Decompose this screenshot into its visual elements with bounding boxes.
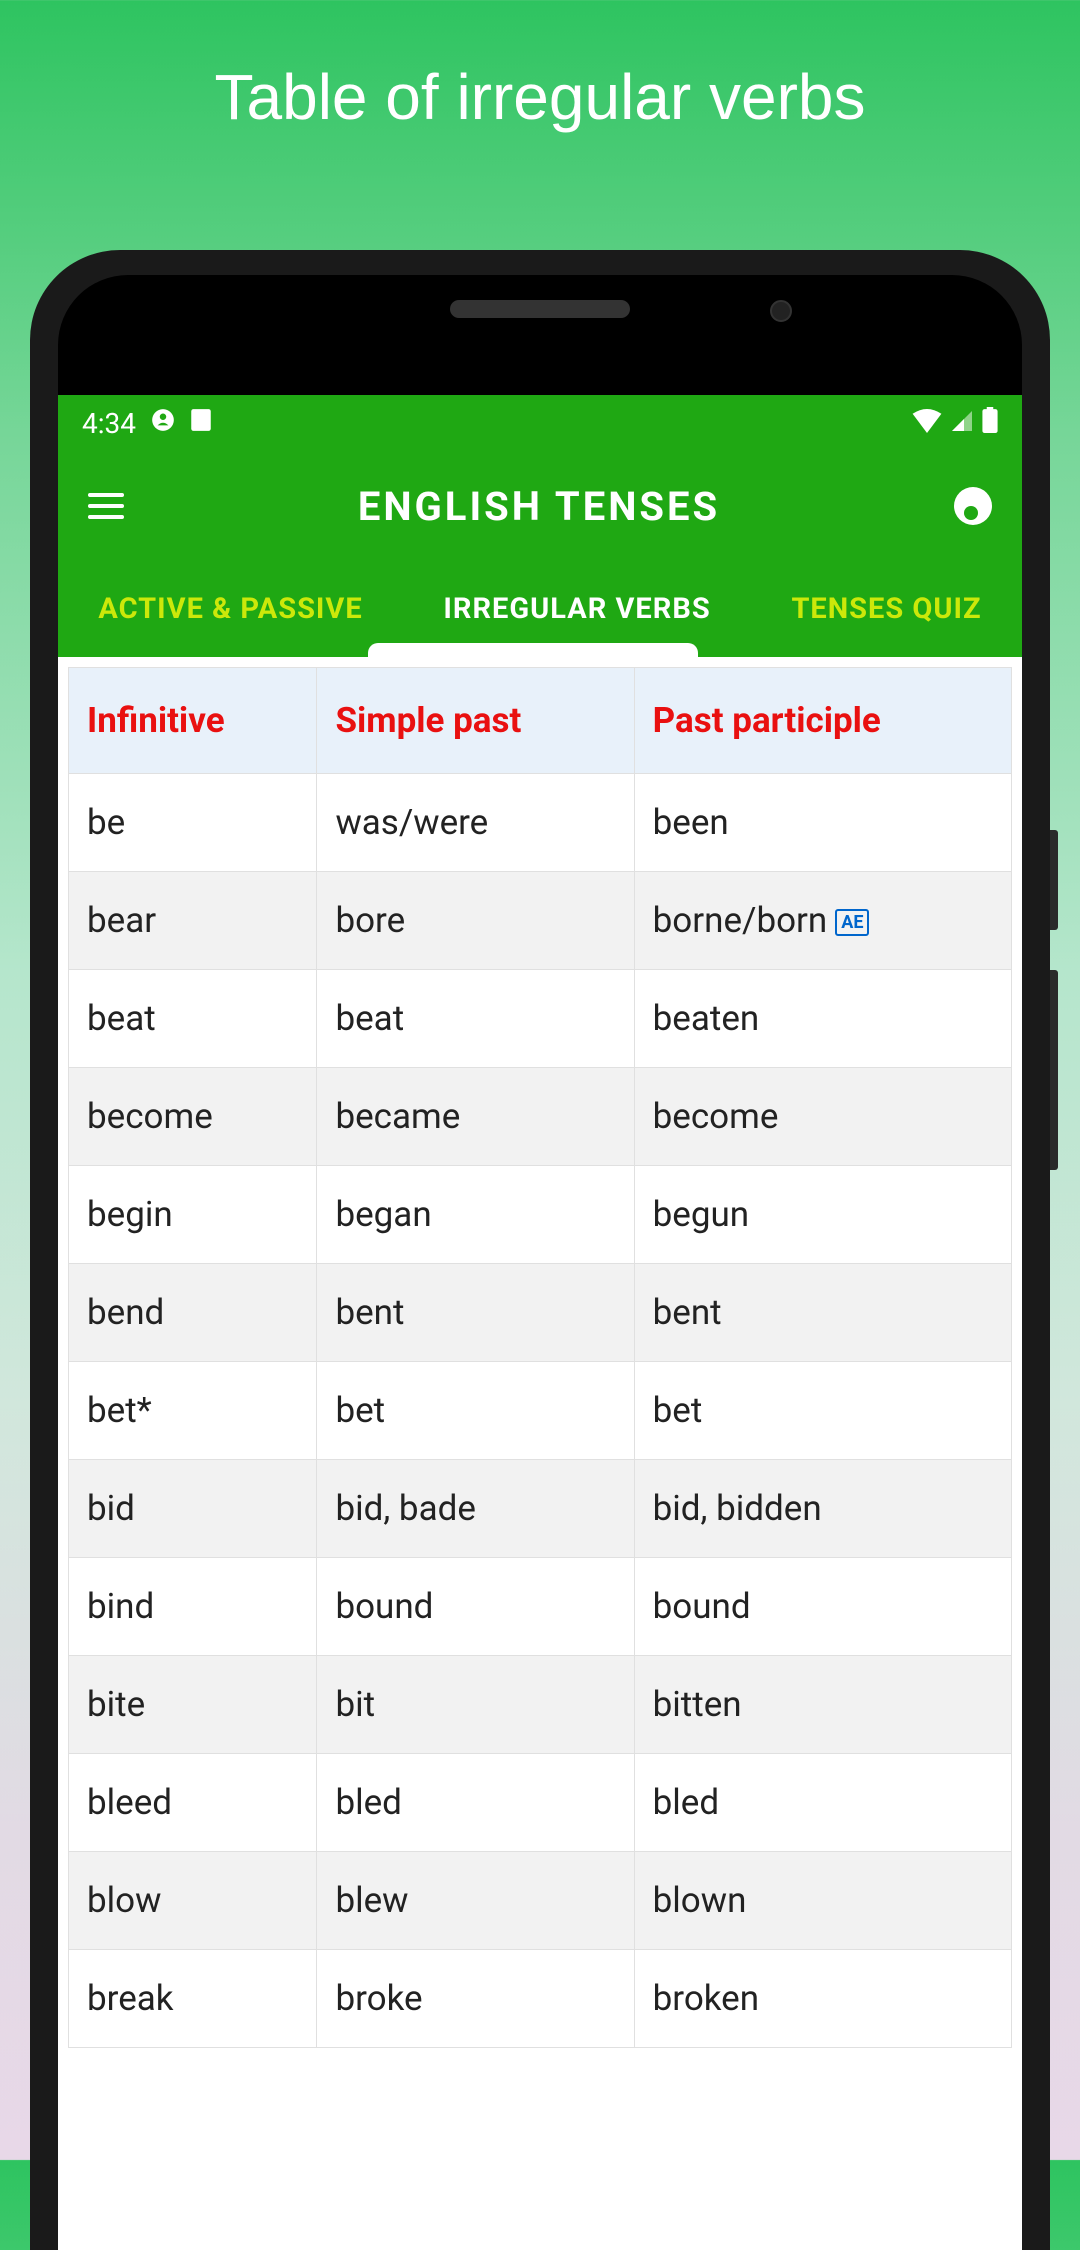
header-past-participle: Past participle	[634, 668, 1011, 774]
table-row: bleedbledbled	[69, 1754, 1012, 1852]
header-infinitive: Infinitive	[69, 668, 317, 774]
status-bar: 4:34	[58, 395, 1022, 451]
cell-past-participle: become	[634, 1068, 1011, 1166]
side-button	[1050, 830, 1058, 930]
camera	[770, 300, 792, 322]
cell-simple-past: bid, bade	[317, 1460, 634, 1558]
table-row: bindboundbound	[69, 1558, 1012, 1656]
cell-simple-past: blew	[317, 1852, 634, 1950]
status-time: 4:34	[82, 407, 136, 440]
cell-infinitive: blow	[69, 1852, 317, 1950]
table-row: beatbeatbeaten	[69, 970, 1012, 1068]
cell-simple-past: began	[317, 1166, 634, 1264]
phone-frame: 4:34	[30, 250, 1050, 2250]
screen: 4:34	[58, 395, 1022, 2250]
table-row: bewas/werebeen	[69, 774, 1012, 872]
verb-table: Infinitive Simple past Past participle b…	[68, 667, 1012, 2048]
cell-simple-past: beat	[317, 970, 634, 1068]
verb-table-container[interactable]: Infinitive Simple past Past participle b…	[58, 657, 1022, 2058]
battery-icon	[982, 407, 998, 440]
cell-infinitive: bid	[69, 1460, 317, 1558]
table-header-row: Infinitive Simple past Past participle	[69, 668, 1012, 774]
app-title: ENGLISH TENSES	[358, 483, 720, 530]
table-row: beginbeganbegun	[69, 1166, 1012, 1264]
cell-past-participle: bound	[634, 1558, 1011, 1656]
table-row: breakbrokebroken	[69, 1950, 1012, 2048]
cell-infinitive: bear	[69, 872, 317, 970]
cell-simple-past: bent	[317, 1264, 634, 1362]
table-row: bearboreborne/bornAE	[69, 872, 1012, 970]
cell-simple-past: became	[317, 1068, 634, 1166]
cell-past-participle: bitten	[634, 1656, 1011, 1754]
cell-simple-past: bit	[317, 1656, 634, 1754]
cell-infinitive: bet*	[69, 1362, 317, 1460]
speaker	[450, 300, 630, 318]
cell-simple-past: was/were	[317, 774, 634, 872]
cell-infinitive: bite	[69, 1656, 317, 1754]
cell-past-participle: blown	[634, 1852, 1011, 1950]
cell-simple-past: bled	[317, 1754, 634, 1852]
tab-irregular-verbs[interactable]: IRREGULAR VERBS	[431, 592, 722, 626]
cell-infinitive: become	[69, 1068, 317, 1166]
cell-past-participle: begun	[634, 1166, 1011, 1264]
cell-past-participle: bet	[634, 1362, 1011, 1460]
cell-infinitive: be	[69, 774, 317, 872]
person-icon	[150, 407, 176, 440]
tab-active-passive[interactable]: ACTIVE & PASSIVE	[86, 592, 374, 626]
status-right	[912, 407, 998, 440]
table-row: blowblewblown	[69, 1852, 1012, 1950]
status-left: 4:34	[82, 407, 212, 440]
cell-simple-past: bound	[317, 1558, 634, 1656]
menu-icon[interactable]	[88, 493, 124, 519]
table-row: bitebitbitten	[69, 1656, 1012, 1754]
cell-simple-past: broke	[317, 1950, 634, 2048]
phone-inner: 4:34	[58, 275, 1022, 2250]
cell-infinitive: begin	[69, 1166, 317, 1264]
header-simple-past: Simple past	[317, 668, 634, 774]
cell-past-participle: been	[634, 774, 1011, 872]
side-button	[1050, 970, 1058, 1170]
tabs: ACTIVE & PASSIVE IRREGULAR VERBS TENSES …	[58, 561, 1022, 657]
cell-past-participle: borne/bornAE	[634, 872, 1011, 970]
wifi-icon	[912, 407, 942, 440]
table-row: bendbentbent	[69, 1264, 1012, 1362]
cell-infinitive: bend	[69, 1264, 317, 1362]
cell-past-participle: beaten	[634, 970, 1011, 1068]
cell-infinitive: beat	[69, 970, 317, 1068]
cell-past-participle: bled	[634, 1754, 1011, 1852]
cell-past-participle: bid, bidden	[634, 1460, 1011, 1558]
signal-icon	[950, 407, 974, 440]
tab-tenses-quiz[interactable]: TENSES QUIZ	[779, 592, 993, 626]
cell-simple-past: bet	[317, 1362, 634, 1460]
cell-past-participle: bent	[634, 1264, 1011, 1362]
cell-infinitive: bind	[69, 1558, 317, 1656]
table-row: bidbid, badebid, bidden	[69, 1460, 1012, 1558]
table-row: becomebecamebecome	[69, 1068, 1012, 1166]
cell-past-participle: broken	[634, 1950, 1011, 2048]
ae-badge: AE	[835, 909, 869, 936]
palette-icon[interactable]	[954, 487, 992, 525]
app-bar: ENGLISH TENSES	[58, 451, 1022, 561]
cell-infinitive: break	[69, 1950, 317, 2048]
card-icon	[190, 407, 212, 440]
tab-indicator	[368, 643, 698, 657]
cell-simple-past: bore	[317, 872, 634, 970]
promo-title: Table of irregular verbs	[0, 0, 1080, 134]
table-row: bet*betbet	[69, 1362, 1012, 1460]
cell-infinitive: bleed	[69, 1754, 317, 1852]
